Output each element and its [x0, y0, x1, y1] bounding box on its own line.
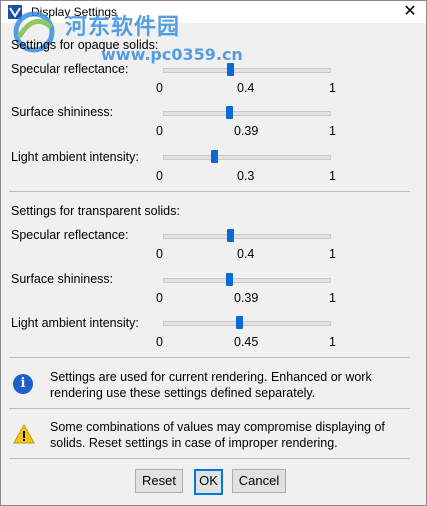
section-divider — [9, 191, 410, 192]
transparent-ambient-slider[interactable] — [163, 316, 331, 329]
tick-min: 0 — [156, 81, 163, 95]
opaque-section-title: Settings for opaque solids: — [11, 38, 159, 52]
opaque-specular-slider[interactable] — [163, 63, 331, 76]
app-icon — [8, 5, 22, 19]
slider-thumb[interactable] — [210, 150, 218, 163]
opaque-specular-label: Specular reflectance: — [11, 62, 129, 76]
opaque-shininess-slider[interactable] — [163, 106, 331, 119]
slider-thumb[interactable] — [225, 106, 233, 119]
slider-thumb[interactable] — [235, 316, 243, 329]
transparent-ambient-value: 0.45 — [234, 335, 259, 349]
warning-message-line: Some combinations of values may compromi… — [50, 420, 385, 434]
opaque-specular-value: 0.4 — [237, 81, 255, 95]
opaque-ambient-slider[interactable] — [163, 150, 331, 163]
slider-thumb[interactable] — [227, 229, 235, 242]
reset-button[interactable]: Reset — [135, 469, 183, 493]
tick-max: 1 — [329, 247, 336, 261]
tick-max: 1 — [329, 169, 336, 183]
info-icon: i — [13, 374, 33, 394]
warning-message-line: solids. Reset settings in case of improp… — [50, 436, 338, 450]
title-bar[interactable]: Display Settings ✕ — [1, 1, 426, 23]
opaque-ambient-value: 0.3 — [237, 169, 255, 183]
close-button[interactable]: ✕ — [400, 2, 420, 22]
tick-max: 1 — [329, 291, 336, 305]
transparent-shininess-slider[interactable] — [163, 273, 331, 286]
transparent-specular-slider[interactable] — [163, 229, 331, 242]
close-icon: ✕ — [403, 3, 417, 20]
info-message: Settings are used for current rendering.… — [50, 369, 410, 401]
warning-message: Some combinations of values may compromi… — [50, 419, 410, 451]
tick-min: 0 — [156, 291, 163, 305]
window-title: Display Settings — [31, 5, 118, 19]
section-divider — [9, 408, 410, 409]
transparent-section-title: Settings for transparent solids: — [11, 204, 180, 218]
ok-button[interactable]: OK — [194, 469, 223, 495]
tick-max: 1 — [329, 335, 336, 349]
info-message-line: Settings are used for current rendering.… — [50, 370, 372, 384]
tick-min: 0 — [156, 247, 163, 261]
transparent-ambient-label: Light ambient intensity: — [11, 316, 139, 330]
tick-min: 0 — [156, 169, 163, 183]
tick-max: 1 — [329, 124, 336, 138]
opaque-shininess-value: 0.39 — [234, 124, 259, 138]
cancel-button[interactable]: Cancel — [232, 469, 286, 493]
opaque-shininess-label: Surface shininess: — [11, 105, 114, 119]
transparent-shininess-value: 0.39 — [234, 291, 259, 305]
warning-icon — [13, 424, 35, 444]
slider-thumb[interactable] — [227, 63, 235, 76]
transparent-specular-value: 0.4 — [237, 247, 255, 261]
tick-max: 1 — [329, 81, 336, 95]
display-settings-window: Display Settings ✕ 河东软件园 www.pc0359.cn S… — [0, 0, 427, 506]
transparent-shininess-label: Surface shininess: — [11, 272, 114, 286]
tick-min: 0 — [156, 124, 163, 138]
opaque-ambient-label: Light ambient intensity: — [11, 150, 139, 164]
slider-thumb[interactable] — [225, 273, 233, 286]
transparent-specular-label: Specular reflectance: — [11, 228, 129, 242]
section-divider — [9, 458, 410, 459]
info-message-line: rendering use these settings defined sep… — [50, 386, 316, 400]
tick-min: 0 — [156, 335, 163, 349]
section-divider — [9, 357, 410, 358]
